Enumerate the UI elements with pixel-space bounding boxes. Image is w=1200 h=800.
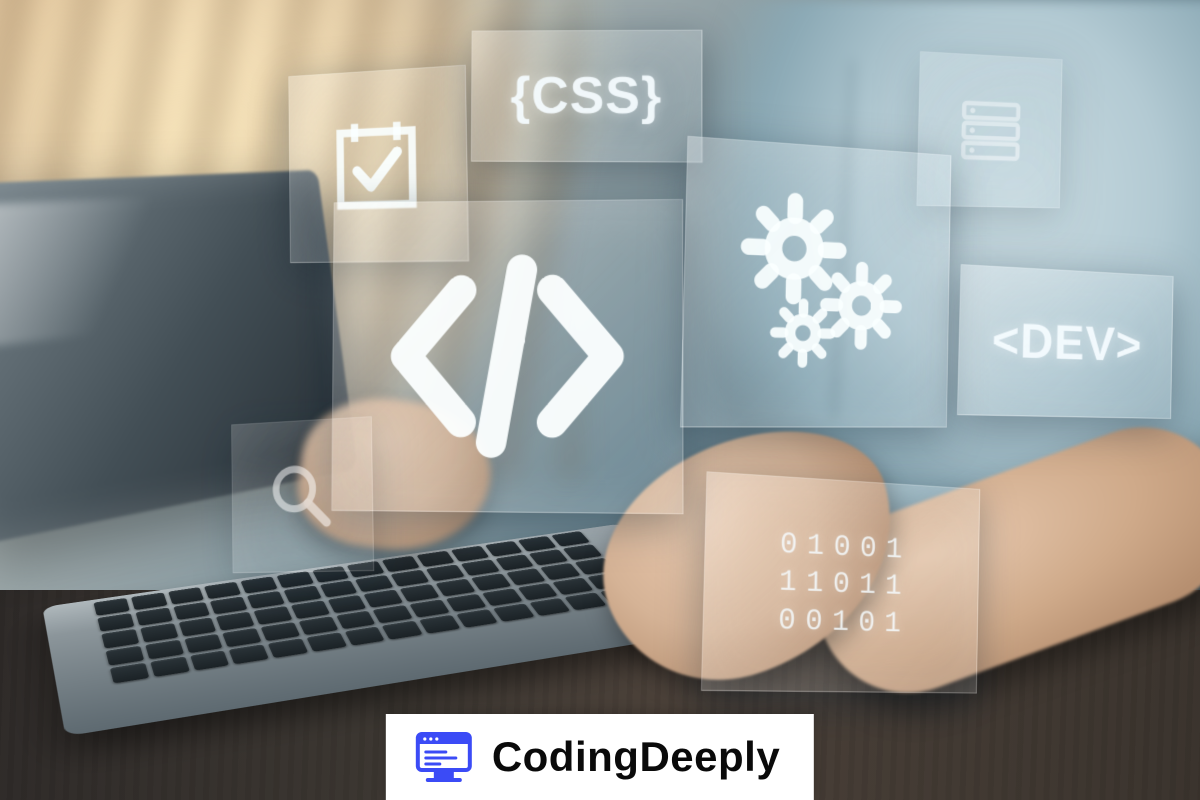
pane-dev: <DEV> [957,264,1174,419]
css-label: {CSS} [510,66,662,126]
gears-icon [713,170,923,396]
brand-logo-icon [412,728,476,786]
binary-row: 01001 [780,526,912,570]
pane-css: {CSS} [471,30,703,163]
hero-image: {CSS} [0,0,1200,800]
pane-code [331,199,683,514]
dev-label: <DEV> [991,313,1142,374]
binary-text: 01001 11011 00101 [778,526,912,643]
binary-row: 00101 [778,603,911,644]
binary-row: 11011 [779,564,911,606]
pane-search [231,416,374,573]
server-icon [947,84,1033,177]
brand-name: CodingDeeply [492,733,780,781]
code-brackets-icon [363,228,650,484]
pane-gears [680,136,951,428]
brand-badge: CodingDeeply [386,714,814,800]
magnifier-icon [259,449,344,542]
pane-binary: 01001 11011 00101 [701,471,980,693]
